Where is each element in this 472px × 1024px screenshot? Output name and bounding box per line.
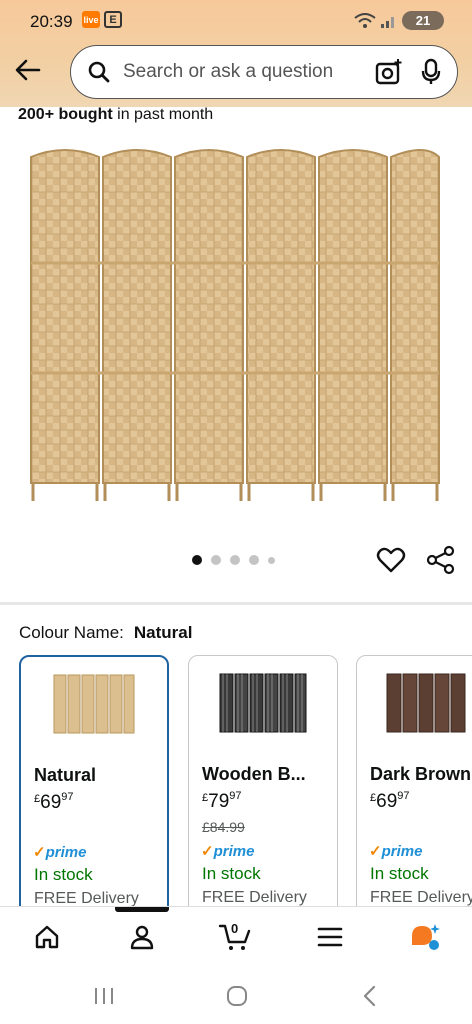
swatch-thumbnail [189,668,337,748]
header: 20:39 live E 21 Search or ask a question [0,0,472,107]
delivery-text: FREE Delivery [202,889,307,906]
menu-icon [317,927,343,947]
delivery-text: FREE Delivery [370,889,472,906]
option-name: Natural [34,765,97,785]
home-button-icon[interactable] [225,985,249,1007]
price-whole: 79 [208,791,230,812]
app-root: 20:39 live E 21 Search or ask a question… [0,0,472,1024]
colour-option-wooden[interactable]: Wooden B... £7997 £84.99 ✓prime In stock… [188,655,338,925]
notification-app-icon: live [82,11,100,28]
colour-selected-value: Natural [133,623,193,642]
status-bar: 20:39 live E 21 [0,0,472,40]
option-name: Dark Brown [370,764,472,784]
carousel-dot[interactable] [230,555,240,565]
nav-menu[interactable] [310,917,350,957]
option-name: Wooden B... [202,764,306,784]
recent-apps-icon[interactable] [92,986,116,1006]
divider-panel [30,149,440,501]
price-fraction: 97 [229,790,242,802]
swatch-thumbnail [21,669,167,749]
swatch-thumbnail [357,668,472,748]
battery-indicator: 21 [402,11,444,30]
stock-status: In stock [34,865,93,884]
image-carousel-dots[interactable] [192,555,275,565]
signal-icon [381,16,394,28]
price-fraction: 97 [397,790,410,802]
cart-count: 0 [231,921,239,936]
prime-text: prime [45,844,87,861]
carousel-dot[interactable] [211,555,221,565]
stock-status: In stock [202,864,261,883]
share-icon[interactable] [426,545,456,575]
carousel-dot[interactable] [249,555,259,565]
colour-name-label: Colour Name: Natural [19,623,192,643]
nav-cart[interactable]: 0 [215,917,255,957]
colour-label-text: Colour Name: [19,623,124,642]
price-fraction: 97 [61,791,74,803]
option-price: £7997 [202,790,242,813]
back-nav-icon[interactable] [360,984,380,1008]
search-placeholder: Search or ask a question [123,61,334,82]
back-button[interactable] [10,52,46,88]
home-icon [35,925,59,949]
prime-text: prime [213,843,255,860]
black-divider-thumb [219,673,307,733]
bottom-nav: 0 [0,906,472,966]
natural-divider-thumb [53,674,135,734]
prime-badge: ✓prime [369,843,423,860]
colour-option-dark-brown[interactable]: Dark Brown £6997 ✓prime In stock FREE De… [356,655,472,925]
carousel-dot[interactable] [268,556,275,564]
option-price: £6997 [370,790,410,813]
nav-active-indicator [115,907,169,912]
status-indicators: 21 [354,11,444,30]
search-bar[interactable]: Search or ask a question [70,45,458,99]
person-icon [130,925,154,950]
option-price: £6997 [34,791,74,814]
rufus-assistant-icon [412,924,440,950]
was-price: £84.99 [202,819,245,835]
brown-divider-thumb [386,673,466,733]
microphone-icon[interactable] [421,58,441,86]
search-icon [88,61,110,83]
price-whole: 69 [40,792,62,813]
status-time: 20:39 [30,12,73,31]
bought-count-rest: in past month [112,106,214,123]
prime-text: prime [381,843,423,860]
carousel-dot[interactable] [192,555,202,565]
stock-status: In stock [370,864,429,883]
notification-e-icon: E [104,11,122,28]
heart-icon[interactable] [376,545,406,575]
nav-account[interactable] [122,917,162,957]
product-image[interactable] [25,143,445,508]
section-divider [0,602,472,605]
camera-search-icon[interactable] [375,58,403,86]
prime-badge: ✓prime [201,843,255,860]
bought-count-text: 200+ bought in past month [18,106,213,124]
price-whole: 69 [376,791,398,812]
wifi-icon [354,12,376,28]
prime-badge: ✓prime [33,844,87,861]
nav-home[interactable] [27,917,67,957]
bought-count-strong: 200+ bought [18,106,113,123]
colour-option-natural[interactable]: Natural £6997 ✓prime In stock FREE Deliv… [19,655,169,925]
arrow-left-icon [15,59,41,81]
nav-rufus[interactable] [405,917,445,957]
system-nav-bar [0,966,472,1024]
